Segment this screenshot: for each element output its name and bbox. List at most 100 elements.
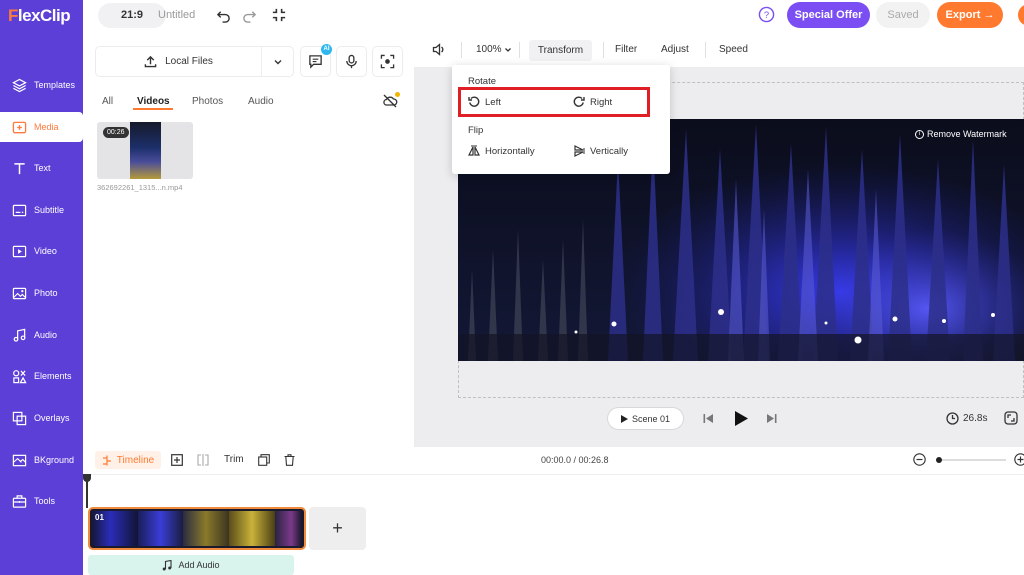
sidebar-item-bkground[interactable]: BKground <box>0 445 83 475</box>
filter-button[interactable]: Filter <box>615 44 637 55</box>
project-title[interactable]: Untitled <box>158 9 195 21</box>
timeline-label: Timeline <box>116 454 155 466</box>
transform-button[interactable]: Transform <box>529 40 592 61</box>
sidebar-item-photo[interactable]: Photo <box>0 278 83 308</box>
sidebar-item-label: Templates <box>34 80 76 90</box>
clock-icon <box>946 412 959 425</box>
fullscreen-icon[interactable] <box>1004 411 1018 428</box>
timeline-zoom-slider[interactable] <box>936 459 1006 461</box>
add-box-icon[interactable] <box>171 454 183 469</box>
flexclip-logo[interactable]: FlexClip <box>8 6 71 26</box>
sidebar-item-label: Media <box>34 122 59 132</box>
ai-badge: AI <box>321 44 332 55</box>
sidebar-item-subtitle[interactable]: Subtitle <box>0 195 83 225</box>
timeline-clip[interactable] <box>88 507 306 550</box>
delete-icon[interactable] <box>284 454 295 469</box>
sidebar-item-label: Text <box>34 163 51 173</box>
sidebar-item-templates[interactable]: Templates <box>0 70 83 100</box>
zoom-dropdown[interactable]: 100% <box>476 44 512 55</box>
sidebar-item-overlays[interactable]: Overlays <box>0 403 83 433</box>
sidebar-item-text[interactable]: Text <box>0 153 83 183</box>
add-clip-button[interactable]: + <box>309 507 366 550</box>
remove-watermark-label: Remove Watermark <box>927 129 1007 139</box>
export-button[interactable]: Export → <box>937 2 1003 28</box>
undo-icon[interactable] <box>214 6 232 24</box>
aspect-ratio-button[interactable]: 21:9 <box>98 3 166 28</box>
toolbar-divider <box>519 42 520 58</box>
overlays-icon <box>11 410 27 426</box>
toolbar-divider <box>705 42 706 58</box>
photo-icon <box>11 285 27 301</box>
tab-photos[interactable]: Photos <box>192 96 223 107</box>
duration-value: 26.8s <box>963 413 988 424</box>
info-icon: i <box>915 129 924 139</box>
rotate-options-highlight <box>458 87 650 117</box>
timeline-toggle-button[interactable]: Timeline <box>95 451 161 469</box>
scene-play-button[interactable]: Scene 01 <box>607 407 684 430</box>
fullscreen-exit-icon[interactable] <box>270 6 288 24</box>
chat-icon <box>308 54 323 69</box>
active-tab-indicator <box>133 108 173 110</box>
avatar[interactable] <box>1018 4 1024 26</box>
tab-videos[interactable]: Videos <box>137 96 170 107</box>
layers-icon <box>11 77 27 93</box>
flip-horizontal-button[interactable]: Horizontally <box>468 145 535 157</box>
sidebar-item-elements[interactable]: Elements <box>0 361 83 391</box>
playhead-handle[interactable] <box>83 474 91 482</box>
trim-button[interactable]: Trim <box>224 454 244 465</box>
local-files-button[interactable]: Local Files <box>96 47 293 76</box>
speed-button[interactable]: Speed <box>719 44 748 55</box>
sidebar-item-label: Tools <box>34 496 56 506</box>
remove-watermark-button[interactable]: i Remove Watermark <box>915 129 1007 139</box>
redo-icon[interactable] <box>240 6 258 24</box>
media-filename: 362692261_1315...n.mp4 <box>97 183 183 192</box>
special-offer-button[interactable]: Special Offer <box>787 2 870 28</box>
sidebar-item-label: Subtitle <box>34 205 65 215</box>
sidebar-item-tools[interactable]: Tools <box>0 486 83 516</box>
total-duration: 26.8s <box>946 412 987 425</box>
chevron-down-icon[interactable] <box>262 57 293 67</box>
play-icon <box>620 414 628 423</box>
record-audio-button[interactable] <box>337 47 366 76</box>
sidebar-item-label: BKground <box>34 455 75 465</box>
media-thumbnail-image <box>130 122 161 179</box>
add-audio-label: Add Audio <box>178 560 220 570</box>
skip-back-icon[interactable] <box>703 413 714 427</box>
tab-audio[interactable]: Audio <box>248 96 274 107</box>
upload-icon <box>144 55 157 68</box>
flip-heading: Flip <box>468 125 484 136</box>
sidebar-item-label: Video <box>34 246 57 256</box>
play-button[interactable] <box>735 411 748 429</box>
help-icon[interactable]: ? <box>758 6 775 26</box>
add-audio-button[interactable]: Add Audio <box>88 555 294 575</box>
screen-record-button[interactable] <box>373 47 402 76</box>
rotate-heading: Rotate <box>468 76 496 87</box>
zoom-out-icon[interactable] <box>913 453 926 469</box>
notification-dot <box>395 92 400 97</box>
flip-horizontal-icon <box>468 145 485 157</box>
tab-all[interactable]: All <box>102 96 113 107</box>
text-icon <box>11 160 27 176</box>
timeline-zoom-knob[interactable] <box>936 457 942 463</box>
video-icon <box>11 243 27 259</box>
chevron-down-icon <box>504 46 512 54</box>
sidebar-item-label: Overlays <box>34 413 70 423</box>
zoom-in-icon[interactable] <box>1014 453 1024 469</box>
split-icon[interactable] <box>197 454 209 469</box>
music-icon <box>11 327 27 343</box>
flip-horizontal-label: Horizontally <box>485 145 535 157</box>
skip-forward-icon[interactable] <box>766 413 777 427</box>
adjust-button[interactable]: Adjust <box>661 44 689 55</box>
local-files-label: Local Files <box>165 56 213 67</box>
sidebar-item-audio[interactable]: Audio <box>0 320 83 350</box>
sidebar-item-video[interactable]: Video <box>0 236 83 266</box>
flip-vertical-button[interactable]: Vertically <box>573 145 628 157</box>
timeline-icon <box>102 455 112 466</box>
sidebar-item-media[interactable]: Media <box>0 112 83 142</box>
elements-icon <box>11 368 27 384</box>
media-panel <box>83 32 414 446</box>
duplicate-icon[interactable] <box>258 454 270 469</box>
timecode: 00:00.0 / 00:26.8 <box>541 455 609 465</box>
tools-icon <box>11 493 27 509</box>
volume-icon[interactable] <box>432 43 446 59</box>
